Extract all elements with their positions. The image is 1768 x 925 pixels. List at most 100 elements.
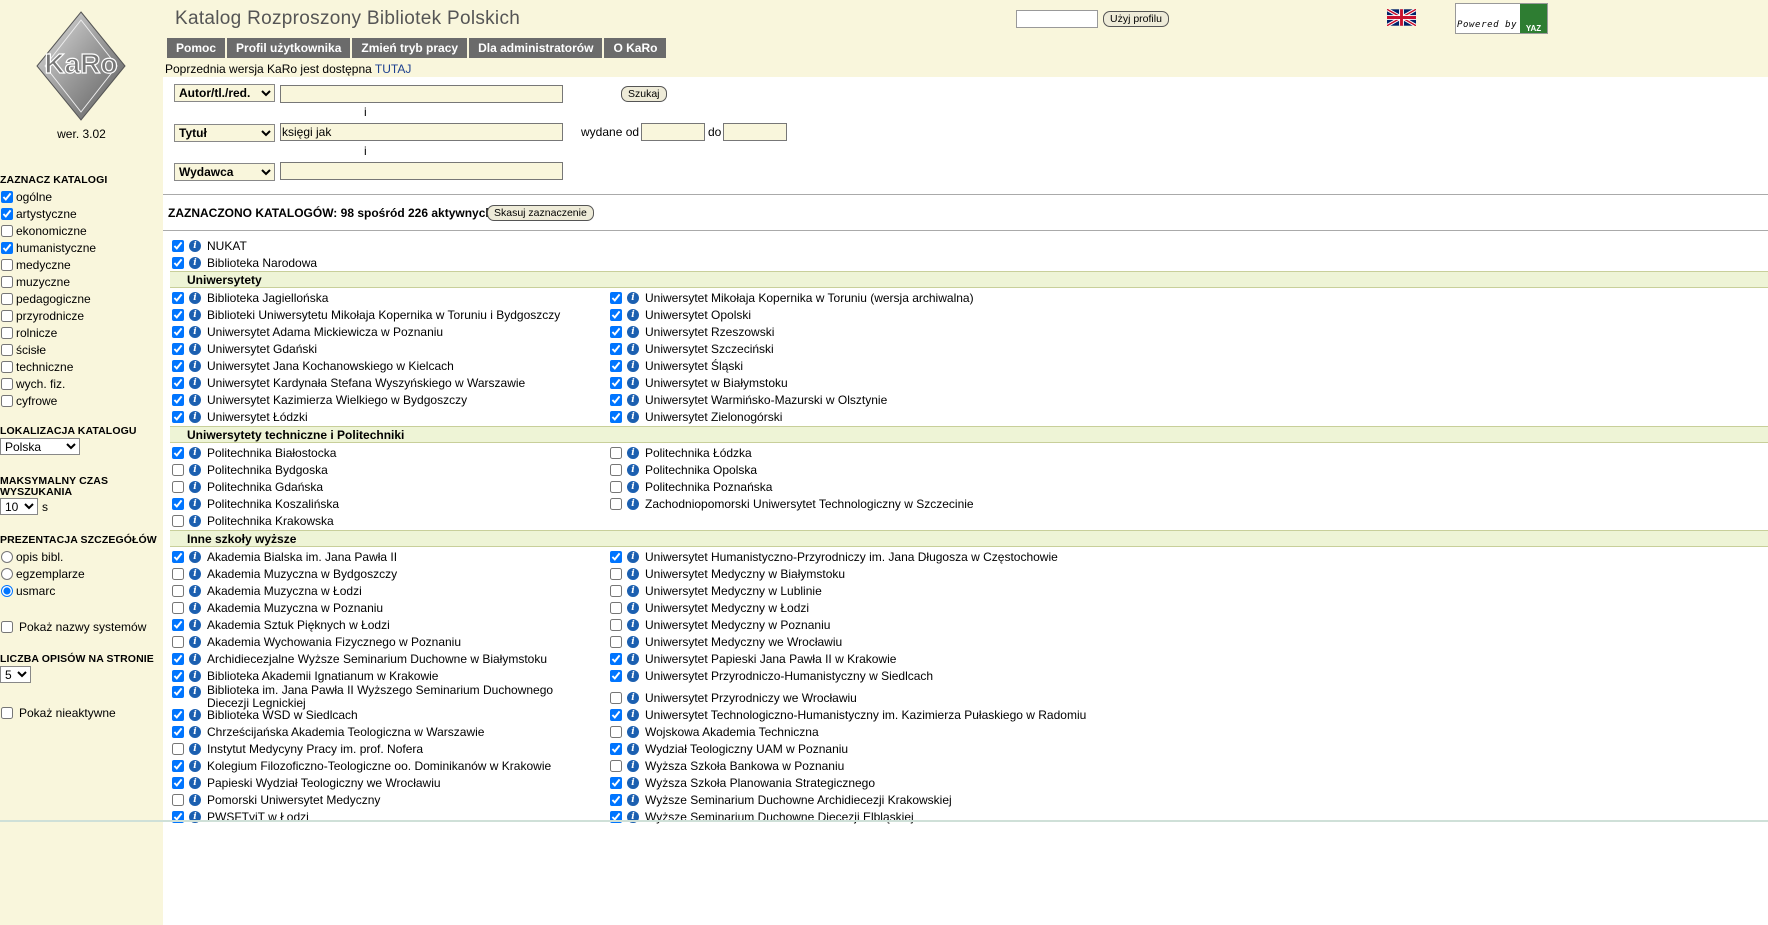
- catalog-checkbox[interactable]: [172, 725, 184, 738]
- catalog-type-checkbox[interactable]: [1, 275, 13, 288]
- info-icon[interactable]: i: [189, 601, 201, 614]
- field-select-3[interactable]: Wydawca: [174, 163, 275, 181]
- details-option-row[interactable]: usmarc: [0, 582, 55, 599]
- info-icon[interactable]: i: [189, 410, 201, 423]
- catalog-checkbox[interactable]: [172, 742, 184, 755]
- info-icon[interactable]: i: [189, 759, 201, 772]
- catalog-row[interactable]: i Akademia Muzyczna w Łodzi: [172, 582, 362, 599]
- info-icon[interactable]: i: [627, 669, 639, 682]
- info-icon[interactable]: i: [189, 376, 201, 389]
- published-from-input[interactable]: [641, 123, 705, 141]
- catalog-row[interactable]: i Biblioteka Akademii Ignatianum w Krakow…: [172, 667, 438, 684]
- catalog-row[interactable]: i Papieski Wydział Teologiczny we Wrocław…: [172, 774, 441, 791]
- catalog-row[interactable]: i Uniwersytet Medyczny w Lublinie: [610, 582, 822, 599]
- catalog-type-row[interactable]: ogólne: [0, 188, 52, 205]
- catalog-type-checkbox[interactable]: [1, 377, 13, 390]
- catalog-type-row[interactable]: humanistyczne: [0, 239, 96, 256]
- catalog-row[interactable]: i Uniwersytet Gdański: [172, 340, 317, 357]
- info-icon[interactable]: i: [189, 308, 201, 321]
- catalog-type-row[interactable]: ekonomiczne: [0, 222, 87, 239]
- catalog-row[interactable]: i PWSFTviT w Łodzi: [172, 808, 309, 825]
- catalog-checkbox[interactable]: [172, 480, 184, 493]
- info-icon[interactable]: i: [627, 480, 639, 493]
- show-systems-row[interactable]: Pokaż nazwy systemów: [0, 618, 146, 635]
- catalog-row[interactable]: i Uniwersytet Śląski: [610, 357, 743, 374]
- show-systems-checkbox[interactable]: [1, 620, 13, 633]
- catalog-checkbox[interactable]: [172, 618, 184, 631]
- catalog-checkbox[interactable]: [610, 708, 622, 721]
- info-icon[interactable]: i: [189, 291, 201, 304]
- catalog-checkbox[interactable]: [172, 239, 184, 252]
- per-page-select[interactable]: 5: [0, 666, 31, 683]
- catalog-row[interactable]: i Biblioteka WSD w Siedlcach: [172, 706, 358, 723]
- info-icon[interactable]: i: [627, 793, 639, 806]
- catalog-row[interactable]: i Politechnika Gdańska: [172, 478, 323, 495]
- catalog-type-checkbox[interactable]: [1, 309, 13, 322]
- catalog-row[interactable]: i Biblioteka Jagiellońska: [172, 289, 328, 306]
- field-select-1[interactable]: Autor/tl./red.: [174, 84, 275, 102]
- uk-flag-icon[interactable]: [1387, 9, 1416, 26]
- catalog-type-row[interactable]: artystyczne: [0, 205, 77, 222]
- previous-version-link[interactable]: TUTAJ: [375, 62, 411, 76]
- catalog-type-checkbox[interactable]: [1, 241, 13, 254]
- menu-item-3[interactable]: Dla administratorów: [469, 38, 605, 58]
- catalog-row[interactable]: i Biblioteka Narodowa: [172, 254, 317, 271]
- catalog-row[interactable]: i Wyższe Seminarium Duchowne Archidiecezj…: [610, 791, 952, 808]
- info-icon[interactable]: i: [627, 691, 639, 704]
- info-icon[interactable]: i: [189, 686, 201, 698]
- catalog-checkbox[interactable]: [610, 652, 622, 665]
- info-icon[interactable]: i: [189, 342, 201, 355]
- info-icon[interactable]: i: [189, 669, 201, 682]
- search-input-2[interactable]: [280, 123, 563, 141]
- catalog-checkbox[interactable]: [610, 342, 622, 355]
- info-icon[interactable]: i: [627, 601, 639, 614]
- catalog-type-row[interactable]: muzyczne: [0, 273, 70, 290]
- details-radio[interactable]: [1, 567, 13, 580]
- info-icon[interactable]: i: [627, 359, 639, 372]
- catalog-checkbox[interactable]: [610, 567, 622, 580]
- catalog-checkbox[interactable]: [172, 635, 184, 648]
- catalog-row[interactable]: i Kolegium Filozoficzno-Teologiczne oo. D…: [172, 757, 551, 774]
- catalog-type-row[interactable]: przyrodnicze: [0, 307, 84, 324]
- catalog-row[interactable]: i Uniwersytet Mikołaja Kopernika w Toruni…: [610, 289, 974, 306]
- catalog-row[interactable]: i Uniwersytet Jana Kochanowskiego w Kielc…: [172, 357, 454, 374]
- catalog-row[interactable]: i Politechnika Łódzka: [610, 444, 752, 461]
- info-icon[interactable]: i: [627, 291, 639, 304]
- catalog-checkbox[interactable]: [172, 776, 184, 789]
- catalog-row[interactable]: i Wyższe Seminarium Duchowne Diecezji Elb…: [610, 808, 914, 825]
- info-icon[interactable]: i: [189, 652, 201, 665]
- catalog-row[interactable]: i Uniwersytet Papieski Jana Pawła II w Kr…: [610, 650, 896, 667]
- menu-item-2[interactable]: Zmień tryb pracy: [352, 38, 470, 58]
- catalog-checkbox[interactable]: [610, 635, 622, 648]
- catalog-type-row[interactable]: ścisłe: [0, 341, 46, 358]
- catalog-checkbox[interactable]: [172, 708, 184, 721]
- location-select[interactable]: Polska: [0, 438, 80, 455]
- catalog-row[interactable]: i Archidiecezjalne Wyższe Seminarium Duch…: [172, 650, 547, 667]
- catalog-row[interactable]: i Uniwersytet Szczeciński: [610, 340, 774, 357]
- info-icon[interactable]: i: [189, 550, 201, 563]
- catalog-checkbox[interactable]: [172, 497, 184, 510]
- catalog-checkbox[interactable]: [610, 691, 622, 704]
- info-icon[interactable]: i: [627, 584, 639, 597]
- catalog-checkbox[interactable]: [172, 291, 184, 304]
- catalog-row[interactable]: i Wyższa Szkoła Planowania Strategicznego: [610, 774, 875, 791]
- catalog-row[interactable]: i Uniwersytet Rzeszowski: [610, 323, 774, 340]
- info-icon[interactable]: i: [627, 742, 639, 755]
- catalog-type-checkbox[interactable]: [1, 394, 13, 407]
- catalog-checkbox[interactable]: [610, 393, 622, 406]
- info-icon[interactable]: i: [627, 308, 639, 321]
- info-icon[interactable]: i: [627, 497, 639, 510]
- info-icon[interactable]: i: [627, 463, 639, 476]
- catalog-row[interactable]: i Politechnika Poznańska: [610, 478, 772, 495]
- menu-item-0[interactable]: Pomoc: [167, 38, 228, 58]
- info-icon[interactable]: i: [627, 325, 639, 338]
- info-icon[interactable]: i: [627, 618, 639, 631]
- info-icon[interactable]: i: [627, 708, 639, 721]
- catalog-checkbox[interactable]: [610, 759, 622, 772]
- catalog-checkbox[interactable]: [610, 325, 622, 338]
- powered-by-yaz-badge[interactable]: Powered by YAZ: [1455, 3, 1548, 34]
- catalog-row[interactable]: i Akademia Sztuk Pięknych w Łodzi: [172, 616, 390, 633]
- info-icon[interactable]: i: [627, 567, 639, 580]
- catalog-row[interactable]: i Politechnika Białostocka: [172, 444, 336, 461]
- catalog-row[interactable]: i Politechnika Koszalińska: [172, 495, 339, 512]
